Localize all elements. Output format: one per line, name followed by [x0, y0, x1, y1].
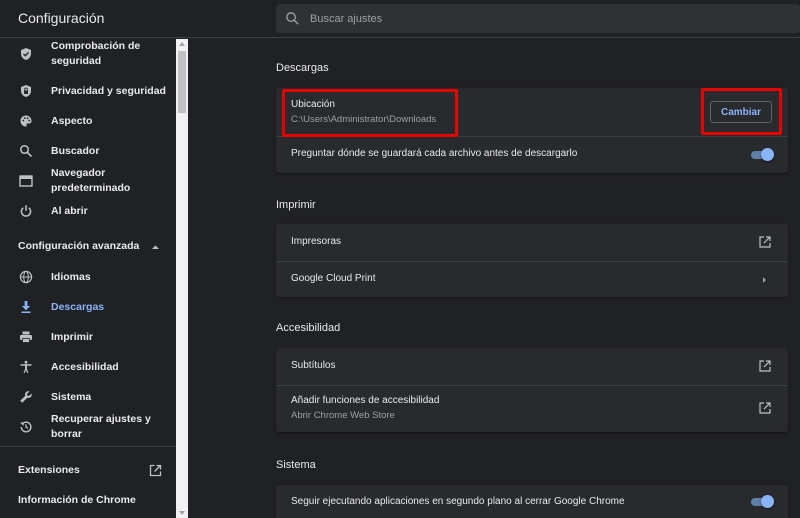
- open-in-new-icon[interactable]: [759, 360, 771, 372]
- advanced-section-toggle[interactable]: Configuración avanzada: [0, 232, 176, 262]
- accessibility-card: Subtítulos Añadir funciones de accesibil…: [276, 348, 788, 432]
- sidebar-item-safety-check[interactable]: Comprobación de seguridad: [0, 39, 176, 69]
- cloud-print-label: Google Cloud Print: [291, 273, 376, 284]
- sidebar-item-search-engine[interactable]: Buscador: [0, 136, 176, 166]
- globe-icon: [19, 270, 33, 284]
- section-title-accessibility: Accesibilidad: [276, 322, 341, 334]
- printers-row[interactable]: Impresoras: [276, 224, 788, 260]
- sidebar-item-label: Al abrir: [51, 204, 88, 217]
- captions-row[interactable]: Subtítulos: [276, 348, 788, 384]
- chevron-right-icon: [763, 277, 766, 283]
- add-accessibility-features-label: Añadir funciones de accesibilidad: [291, 395, 440, 406]
- scroll-down-arrow-icon[interactable]: [179, 511, 185, 515]
- sidebar-item-default-browser[interactable]: Navegador predeterminado: [0, 166, 176, 196]
- browser-window-icon: [19, 175, 33, 187]
- highlight-change-button-box: [701, 88, 782, 135]
- sidebar-item-label: Privacidad y seguridad: [51, 84, 166, 97]
- scroll-up-arrow-icon[interactable]: [179, 42, 185, 46]
- ask-where-to-save-toggle[interactable]: [749, 148, 774, 162]
- add-accessibility-features-sub: Abrir Chrome Web Store: [291, 410, 395, 421]
- wrench-icon: [20, 391, 32, 403]
- sidebar-item-label: Información de Chrome: [18, 494, 136, 506]
- printers-label: Impresoras: [291, 236, 342, 247]
- sidebar-item-on-startup[interactable]: Al abrir: [0, 196, 176, 226]
- system-card: Seguir ejecutando aplicaciones en segund…: [276, 485, 788, 518]
- accessibility-icon: [20, 360, 32, 373]
- sidebar-item-label: Buscador: [51, 144, 100, 157]
- highlight-location-box: [282, 89, 458, 137]
- sidebar-divider: [0, 446, 176, 447]
- search-input[interactable]: [310, 9, 770, 28]
- top-bar: Configuración: [0, 0, 800, 38]
- sidebar-item-label: Idiomas: [51, 270, 91, 283]
- open-in-new-icon: [149, 464, 162, 477]
- section-title-downloads: Descargas: [276, 62, 329, 74]
- toggle-knob: [761, 495, 774, 508]
- sidebar-item-label: Recuperar ajustes y borrar: [51, 413, 151, 440]
- sidebar-item-label: Comprobación de seguridad: [51, 40, 141, 67]
- background-apps-row[interactable]: Seguir ejecutando aplicaciones en segund…: [276, 485, 788, 518]
- sidebar: Comprobación de seguridad Privacidad y s…: [0, 39, 176, 518]
- search-icon: [286, 12, 299, 25]
- printing-card: Impresoras Google Cloud Print: [276, 224, 788, 297]
- toggle-knob: [761, 148, 774, 161]
- sidebar-item-label: Extensiones: [18, 464, 80, 476]
- captions-label: Subtítulos: [291, 360, 336, 371]
- add-accessibility-features-row[interactable]: Añadir funciones de accesibilidad Abrir …: [276, 386, 788, 432]
- ask-where-to-save-row[interactable]: Preguntar dónde se guardará cada archivo…: [276, 137, 788, 173]
- cloud-print-row[interactable]: Google Cloud Print: [276, 262, 788, 297]
- sidebar-item-reset[interactable]: Recuperar ajustes y borrar: [0, 412, 176, 442]
- scrollbar-thumb[interactable]: [178, 51, 186, 113]
- background-apps-toggle[interactable]: [749, 495, 774, 509]
- search-box[interactable]: [276, 4, 800, 33]
- sidebar-item-label: Sistema: [51, 390, 92, 403]
- sidebar-scrollbar[interactable]: [176, 39, 188, 518]
- sidebar-item-printing[interactable]: Imprimir: [0, 322, 176, 352]
- shield-check-icon: [21, 48, 31, 60]
- printer-icon: [20, 331, 32, 343]
- app-title: Configuración: [18, 10, 105, 26]
- sidebar-item-appearance[interactable]: Aspecto: [0, 106, 176, 136]
- sidebar-item-downloads[interactable]: Descargas: [0, 292, 176, 322]
- background-apps-label: Seguir ejecutando aplicaciones en segund…: [291, 496, 625, 507]
- advanced-section-label: Configuración avanzada: [18, 240, 140, 252]
- section-title-system: Sistema: [276, 459, 316, 471]
- power-icon: [20, 205, 32, 217]
- download-icon: [21, 301, 31, 313]
- search-icon: [19, 144, 33, 158]
- restore-icon: [20, 421, 32, 433]
- ask-where-to-save-label: Preguntar dónde se guardará cada archivo…: [291, 148, 578, 159]
- sidebar-item-label: Accesibilidad: [51, 360, 119, 373]
- palette-icon: [20, 115, 32, 127]
- sidebar-item-extensions[interactable]: Extensiones: [0, 456, 176, 486]
- section-title-printing: Imprimir: [276, 199, 316, 211]
- sidebar-item-label: Descargas: [51, 300, 105, 313]
- sidebar-item-system[interactable]: Sistema: [0, 382, 176, 412]
- shield-lock-icon: [21, 85, 31, 97]
- sidebar-item-label: Navegador predeterminado: [51, 167, 131, 194]
- sidebar-item-languages[interactable]: Idiomas: [0, 262, 176, 292]
- sidebar-item-about-chrome[interactable]: Información de Chrome: [0, 486, 176, 516]
- open-in-new-icon[interactable]: [759, 236, 771, 248]
- sidebar-item-label: Imprimir: [51, 330, 94, 343]
- open-in-new-icon[interactable]: [759, 402, 771, 414]
- sidebar-item-privacy[interactable]: Privacidad y seguridad: [0, 76, 176, 106]
- chevron-up-icon: [152, 245, 159, 249]
- sidebar-item-label: Aspecto: [51, 114, 93, 127]
- sidebar-item-accessibility[interactable]: Accesibilidad: [0, 352, 176, 382]
